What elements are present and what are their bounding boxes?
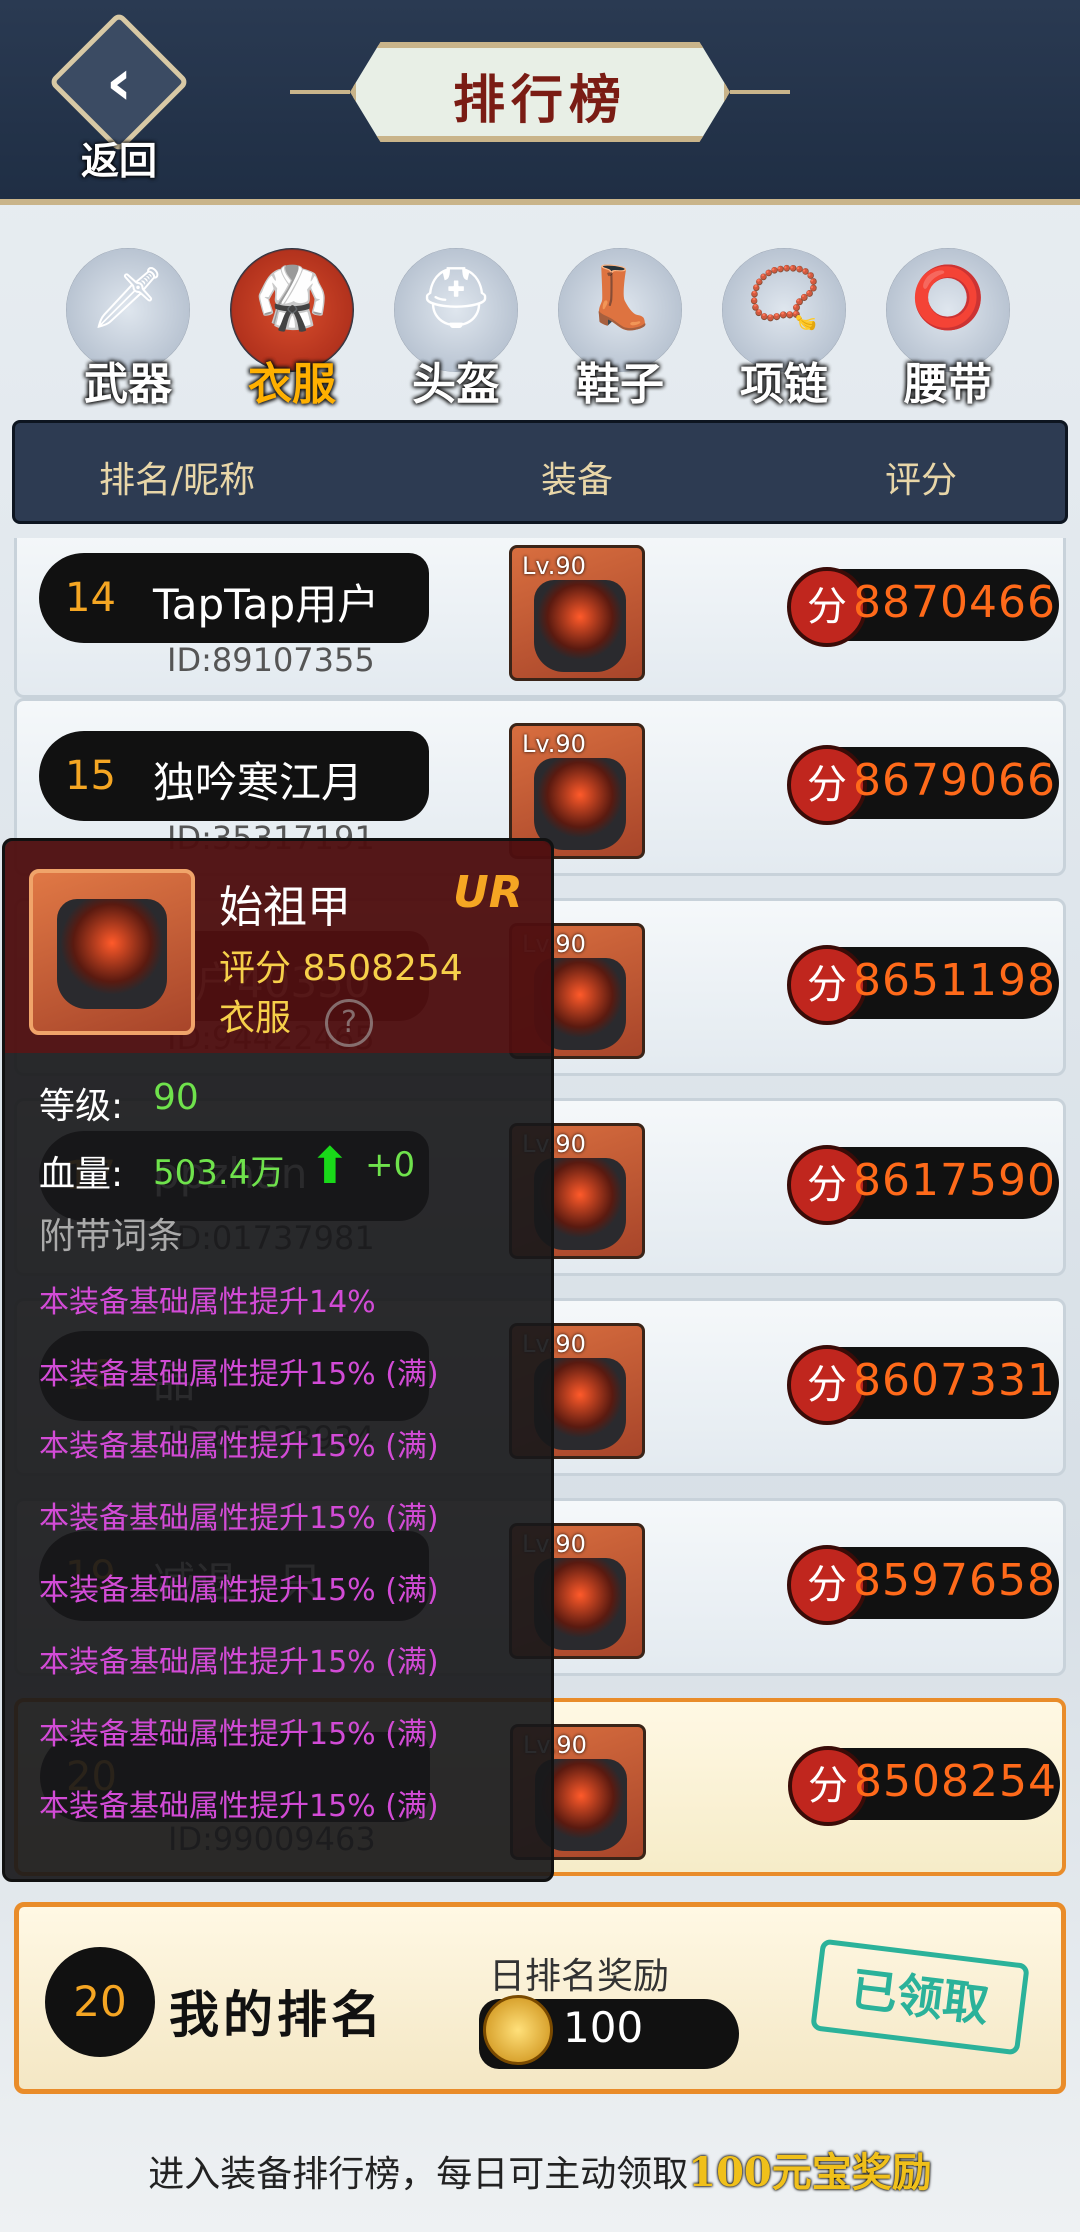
column-header: 排名/昵称 装备 评分 xyxy=(12,420,1068,524)
equip-type: 衣服 xyxy=(219,998,292,1039)
equip-level: Lv.90 xyxy=(522,730,586,758)
category-icon: 👢 xyxy=(582,263,658,333)
level-label: 等级: xyxy=(39,1086,124,1127)
equipment-detail-popup: 始祖甲 UR 评分 8508254 衣服 ? 等级: 90 血量: 503.4万… xyxy=(2,838,554,1882)
affix-line: 本装备基础属性提升15% (满) xyxy=(39,1501,439,1536)
title-ornament-right xyxy=(730,90,790,94)
page-title: 排行榜 xyxy=(452,70,627,131)
tab-category-0[interactable]: 🗡 武器 xyxy=(58,248,198,410)
footer-highlight: 100元宝奖励 xyxy=(688,2149,932,2196)
affix-line: 本装备基础属性提升15% (满) xyxy=(39,1645,439,1680)
my-rank-number: 20 xyxy=(45,1947,155,2057)
score-value: 8508254 xyxy=(854,1756,1057,1807)
tab-category-1[interactable]: 🥋 衣服 xyxy=(222,248,362,410)
hp-value: 503.4万 xyxy=(153,1153,285,1193)
up-arrow-icon: ⬆ xyxy=(309,1137,351,1195)
armor-icon xyxy=(534,758,626,850)
equip-score: 评分 8508254 xyxy=(219,948,463,989)
tab-label: 腰带 xyxy=(904,359,992,410)
tab-category-5[interactable]: ⭕ 腰带 xyxy=(878,248,1018,410)
help-icon[interactable]: ? xyxy=(325,999,373,1047)
reward-amount: 100 xyxy=(563,2003,644,2052)
footer-tip: 进入装备排行榜，每日可主动领取100元宝奖励 xyxy=(0,2140,1080,2198)
tab-category-4[interactable]: 📿 项链 xyxy=(714,248,854,410)
title-ornament-left xyxy=(290,90,350,94)
user-id: ID:89107355 xyxy=(167,641,375,679)
equip-slot[interactable]: Lv.90 xyxy=(509,545,645,681)
affix-line: 本装备基础属性提升15% (满) xyxy=(39,1357,439,1392)
tab-label: 项链 xyxy=(740,359,828,410)
claimed-stamp[interactable]: 已领取 xyxy=(810,1938,1030,2056)
tab-label: 头盔 xyxy=(412,359,500,410)
back-arrow-icon: ‹ xyxy=(105,46,133,120)
tab-label: 鞋子 xyxy=(576,359,664,410)
score-value: 8870466 xyxy=(853,577,1056,628)
column-rank-nick: 排名/昵称 xyxy=(99,460,256,501)
score-value: 8597658 xyxy=(853,1555,1056,1606)
rank-number: 15 xyxy=(65,753,116,799)
equip-level: Lv.90 xyxy=(522,552,586,580)
tab-label: 衣服 xyxy=(248,359,336,410)
column-score: 评分 xyxy=(885,460,958,501)
back-label: 返回 xyxy=(80,138,157,183)
affix-line: 本装备基础属性提升15% (满) xyxy=(39,1429,439,1464)
grade-badge: UR xyxy=(453,867,523,918)
my-rank-label: 我的排名 xyxy=(169,1985,385,2044)
rank-number: 14 xyxy=(65,575,116,621)
table-row[interactable]: 14 TapTap用户 ID:89107355 Lv.90 分 8870466 xyxy=(14,538,1066,698)
armor-icon xyxy=(57,899,167,1009)
footer-text: 进入装备排行榜，每日可主动领取 xyxy=(148,2154,689,2195)
level-value: 90 xyxy=(153,1077,199,1118)
daily-reward-label: 日排名奖励 xyxy=(489,1956,670,1997)
score-value: 8607331 xyxy=(853,1355,1056,1406)
tab-label: 武器 xyxy=(84,359,172,410)
tab-category-3[interactable]: 👢 鞋子 xyxy=(550,248,690,410)
score-value: 8617590 xyxy=(853,1155,1056,1206)
category-icon: ⭕ xyxy=(910,263,986,333)
score-value: 8651198 xyxy=(853,955,1056,1006)
my-rank-panel: 20 我的排名 日排名奖励 100 已领取 xyxy=(14,1902,1066,2094)
armor-icon xyxy=(534,580,626,672)
score-value: 8679066 xyxy=(853,755,1056,806)
popup-equip-icon xyxy=(29,869,195,1035)
affix-line: 本装备基础属性提升15% (满) xyxy=(39,1789,439,1824)
nickname: TapTap用户 xyxy=(153,580,380,629)
top-bar: ‹ 返回 排行榜 xyxy=(0,0,1080,205)
tab-category-2[interactable]: ⛑ 头盔 xyxy=(386,248,526,410)
nickname: 独吟寒江月 xyxy=(153,758,364,807)
affix-line: 本装备基础属性提升14% xyxy=(39,1285,376,1320)
back-button[interactable]: ‹ 返回 xyxy=(44,11,194,183)
gold-ingot-icon xyxy=(483,1995,553,2065)
hp-label: 血量: xyxy=(39,1154,124,1195)
category-icon: 🗡 xyxy=(89,263,167,333)
category-icon: ⛑ xyxy=(417,263,495,333)
hp-delta: +0 xyxy=(365,1145,416,1185)
affix-title: 附带词条 xyxy=(39,1216,184,1257)
category-icon: 🥋 xyxy=(254,263,330,333)
affix-line: 本装备基础属性提升15% (满) xyxy=(39,1573,439,1608)
column-equip: 装备 xyxy=(541,460,614,501)
category-icon: 📿 xyxy=(746,263,822,333)
equip-name: 始祖甲 xyxy=(219,882,351,933)
affix-line: 本装备基础属性提升15% (满) xyxy=(39,1717,439,1752)
